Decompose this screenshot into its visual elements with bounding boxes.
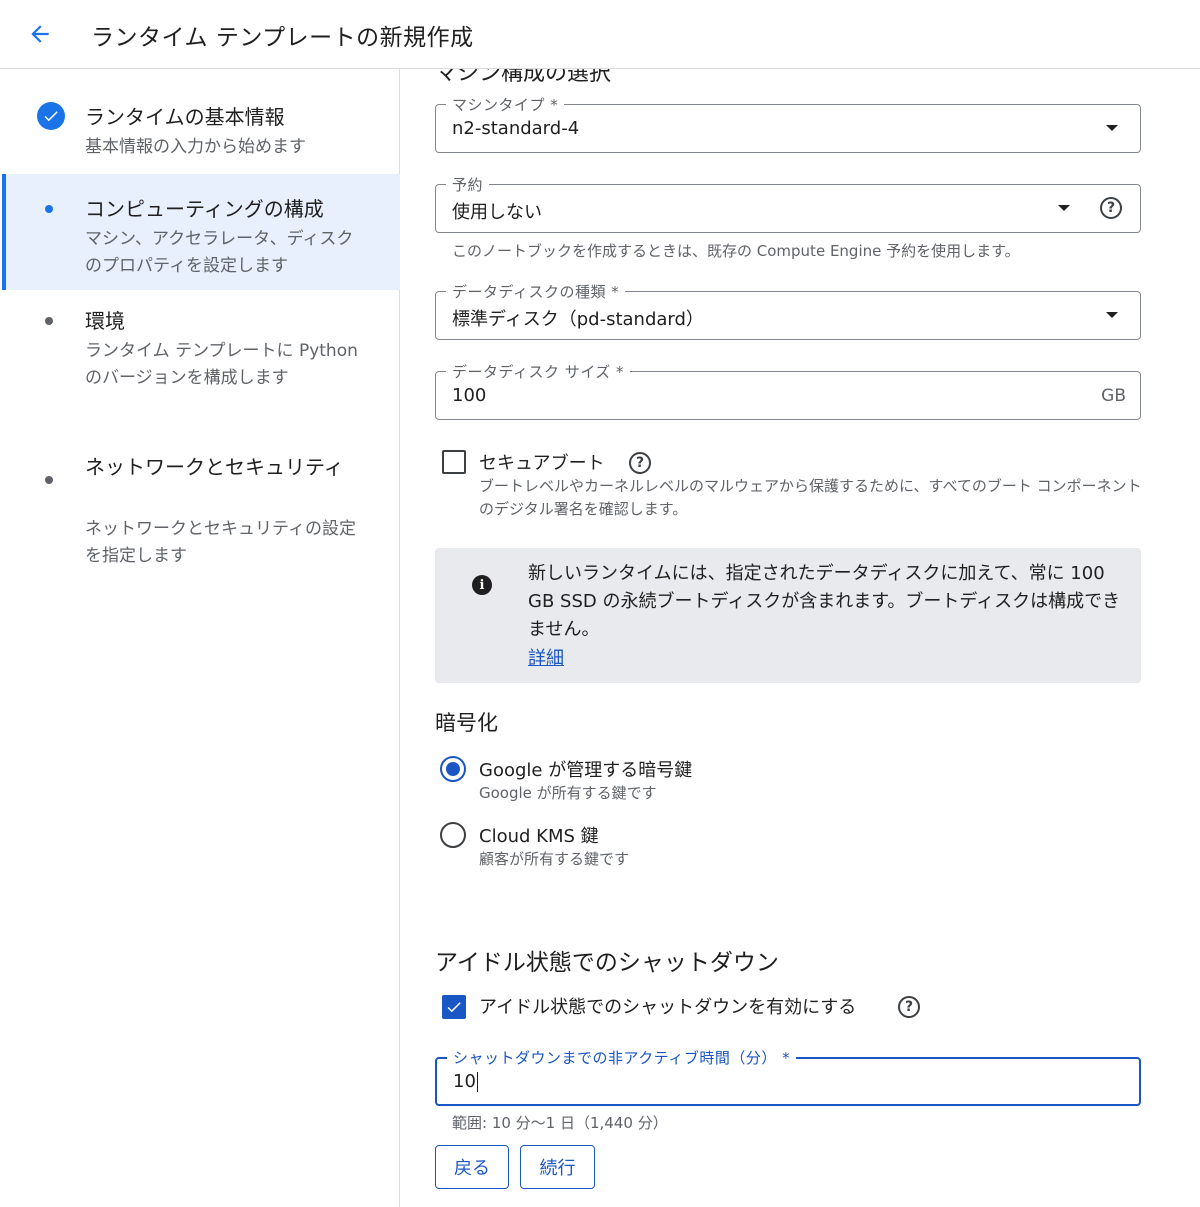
- machine-type-select[interactable]: マシンタイプ * n2-standard-4: [435, 94, 1141, 153]
- radio-description: Google が所有する鍵です: [479, 784, 657, 802]
- step-description: 基本情報の入力から始めます: [85, 137, 306, 157]
- step-dot-icon: [45, 317, 53, 325]
- dropdown-arrow-icon: [1058, 205, 1070, 211]
- help-icon[interactable]: ?: [629, 452, 651, 474]
- step-dot-icon: [45, 476, 53, 484]
- back-button[interactable]: 戻る: [435, 1145, 509, 1189]
- radio-description: 顧客が所有する鍵です: [479, 850, 630, 868]
- step-description: マシン、アクセラレータ、ディスクのプロパティを設定します: [85, 229, 354, 276]
- field-value-text: 10: [453, 1071, 476, 1092]
- stepper-sidebar: ランタイムの基本情報 基本情報の入力から始めます コンピューティングの構成 マシ…: [0, 69, 400, 1207]
- field-value: 10: [453, 1071, 478, 1092]
- dropdown-arrow-icon: [1106, 312, 1118, 318]
- help-icon[interactable]: ?: [1100, 197, 1122, 219]
- step-description: ネットワークとセキュリティの設定を指定します: [85, 519, 356, 566]
- cloud-kms-key-radio[interactable]: [440, 822, 466, 848]
- step-title: コンピューティングの構成: [85, 197, 324, 221]
- info-text: 新しいランタイムには、指定されたデータディスクに加えて、常に 100 GB SS…: [528, 563, 1121, 640]
- range-hint: 範囲: 10 分〜1 日（1,440 分）: [452, 1114, 668, 1132]
- secure-boot-label: セキュアブート: [479, 453, 605, 474]
- check-icon: [447, 1002, 461, 1013]
- radio-label: Google が管理する暗号鍵: [479, 760, 693, 781]
- field-value: 標準ディスク（pd-standard）: [452, 309, 704, 330]
- step-network-security[interactable]: ネットワークとセキュリティ ネットワークとセキュリティの設定を指定します: [0, 444, 400, 584]
- arrow-back-icon: [31, 25, 49, 43]
- encryption-heading: 暗号化: [435, 711, 498, 735]
- google-managed-key-radio[interactable]: [440, 756, 466, 782]
- idle-timeout-input[interactable]: シャットダウンまでの非アクティブ時間（分） * 10: [435, 1047, 1141, 1106]
- unit-suffix: GB: [1101, 386, 1126, 406]
- text-cursor: [476, 1072, 478, 1092]
- top-app-bar: ランタイム テンプレートの新規作成: [0, 0, 1200, 69]
- field-label: 予約: [446, 174, 490, 195]
- radio-label: Cloud KMS 鍵: [479, 826, 599, 847]
- step-basic-info[interactable]: ランタイムの基本情報 基本情報の入力から始めます: [0, 69, 400, 169]
- disk-type-select[interactable]: データディスクの種類 * 標準ディスク（pd-standard）: [435, 281, 1141, 340]
- field-label: データディスク サイズ *: [446, 361, 631, 382]
- section-heading: マシン構成の選択: [435, 69, 612, 86]
- check-circle-icon: [37, 102, 65, 130]
- field-label: データディスクの種類 *: [446, 281, 626, 302]
- learn-more-link[interactable]: 詳細: [528, 644, 564, 670]
- field-label: シャットダウンまでの非アクティブ時間（分） *: [447, 1047, 797, 1068]
- info-icon: i: [472, 575, 492, 595]
- continue-button[interactable]: 続行: [520, 1145, 595, 1189]
- field-value: n2-standard-4: [452, 118, 580, 139]
- reservation-select[interactable]: 予約 使用しない ?: [435, 174, 1141, 233]
- field-value: 使用しない: [452, 202, 542, 223]
- field-value: 100: [452, 385, 487, 406]
- step-dot-icon: [45, 205, 53, 213]
- compute-config-form: マシン構成の選択 マシンタイプ * n2-standard-4 予約 使用しない…: [401, 69, 1200, 1207]
- boot-disk-info-box: i 新しいランタイムには、指定されたデータディスクに加えて、常に 100 GB …: [435, 548, 1141, 683]
- reservation-hint: このノートブックを作成するときは、既存の Compute Engine 予約を使…: [452, 242, 1020, 260]
- step-title: 環境: [85, 309, 125, 333]
- step-title: ネットワークとセキュリティ: [85, 455, 344, 479]
- idle-shutdown-checkbox[interactable]: [442, 995, 466, 1019]
- step-environment[interactable]: 環境 ランタイム テンプレートに Python のバージョンを構成します: [0, 299, 400, 429]
- idle-shutdown-heading: アイドル状態でのシャットダウン: [435, 950, 779, 976]
- back-arrow-button[interactable]: [22, 16, 58, 52]
- dropdown-arrow-icon: [1106, 125, 1118, 131]
- page-title: ランタイム テンプレートの新規作成: [91, 25, 474, 51]
- disk-size-input[interactable]: データディスク サイズ * 100 GB: [435, 361, 1141, 420]
- help-icon[interactable]: ?: [898, 996, 920, 1018]
- step-compute-config[interactable]: コンピューティングの構成 マシン、アクセラレータ、ディスクのプロパティを設定しま…: [0, 174, 400, 290]
- step-description: ランタイム テンプレートに Python のバージョンを構成します: [85, 341, 358, 388]
- secure-boot-description: ブートレベルやカーネルレベルのマルウェアから保護するために、すべてのブート コン…: [479, 477, 1142, 518]
- step-title: ランタイムの基本情報: [85, 105, 285, 129]
- field-label: マシンタイプ *: [446, 94, 565, 115]
- secure-boot-checkbox[interactable]: [442, 450, 466, 474]
- idle-shutdown-label: アイドル状態でのシャットダウンを有効にする: [479, 997, 857, 1018]
